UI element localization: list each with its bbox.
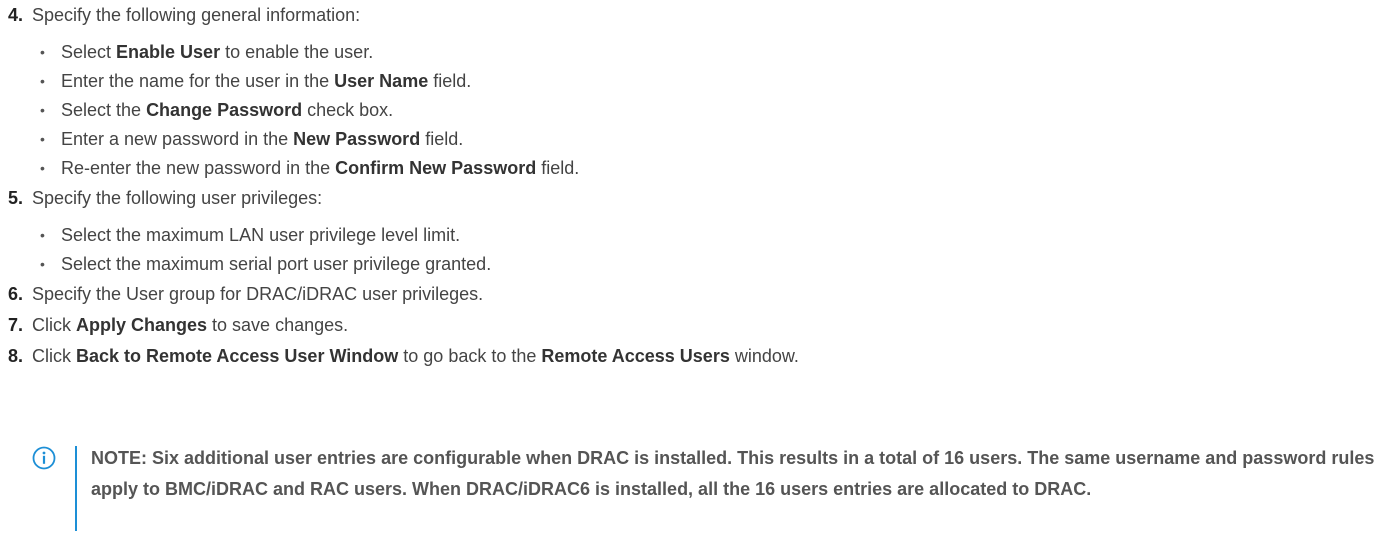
step-7: 7. Click Apply Changes to save changes. [0,310,1400,341]
ui-term: Confirm New Password [335,158,537,178]
step-text: Click Back to Remote Access User Window … [32,346,799,366]
list-item: • Select the Change Password check box. [0,96,1400,125]
ui-term: Back to Remote Access User Window [76,346,399,366]
step-4: 4. Specify the following general informa… [0,0,1400,31]
bullet-icon: • [40,73,45,89]
bullet-icon: • [40,256,45,272]
step-text: Specify the User group for DRAC/iDRAC us… [32,284,484,304]
step-number: 6. [8,284,24,304]
bullet-icon: • [40,44,45,60]
step-8: 8. Click Back to Remote Access User Wind… [0,341,1400,372]
ui-term: New Password [293,129,421,149]
list-item: • Re-enter the new password in the Confi… [0,154,1400,183]
ui-term: Apply Changes [76,315,208,335]
bullet-icon: • [40,160,45,176]
step-number: 7. [8,315,24,335]
ui-term: Remote Access Users [541,346,730,366]
list-item: • Select the maximum serial port user pr… [0,250,1400,279]
bullet-icon: • [40,227,45,243]
step-text: Specify the following user privileges: [32,188,323,208]
step-6: 6. Specify the User group for DRAC/iDRAC… [0,279,1400,310]
step-number: 8. [8,346,24,366]
list-item: • Select Enable User to enable the user. [0,38,1400,67]
step-text: Click Apply Changes to save changes. [32,315,349,335]
document-body: 4. Specify the following general informa… [0,0,1400,372]
note-divider [75,446,77,531]
list-item: • Enter the name for the user in the Use… [0,67,1400,96]
step-number: 4. [8,5,24,25]
note-text: NOTE: Six additional user entries are co… [91,448,1375,499]
note-callout: NOTE: Six additional user entries are co… [32,443,1392,537]
ui-term: Enable User [116,42,221,62]
step-5: 5. Specify the following user privileges… [0,183,1400,214]
ui-term: User Name [334,71,429,91]
ui-term: Change Password [146,100,303,120]
info-icon [32,446,56,470]
list-item: • Enter a new password in the New Passwo… [0,125,1400,154]
step-text: Specify the following general informatio… [32,5,361,25]
bullet-icon: • [40,131,45,147]
list-item: • Select the maximum LAN user privilege … [0,221,1400,250]
step-number: 5. [8,188,24,208]
bullet-icon: • [40,102,45,118]
